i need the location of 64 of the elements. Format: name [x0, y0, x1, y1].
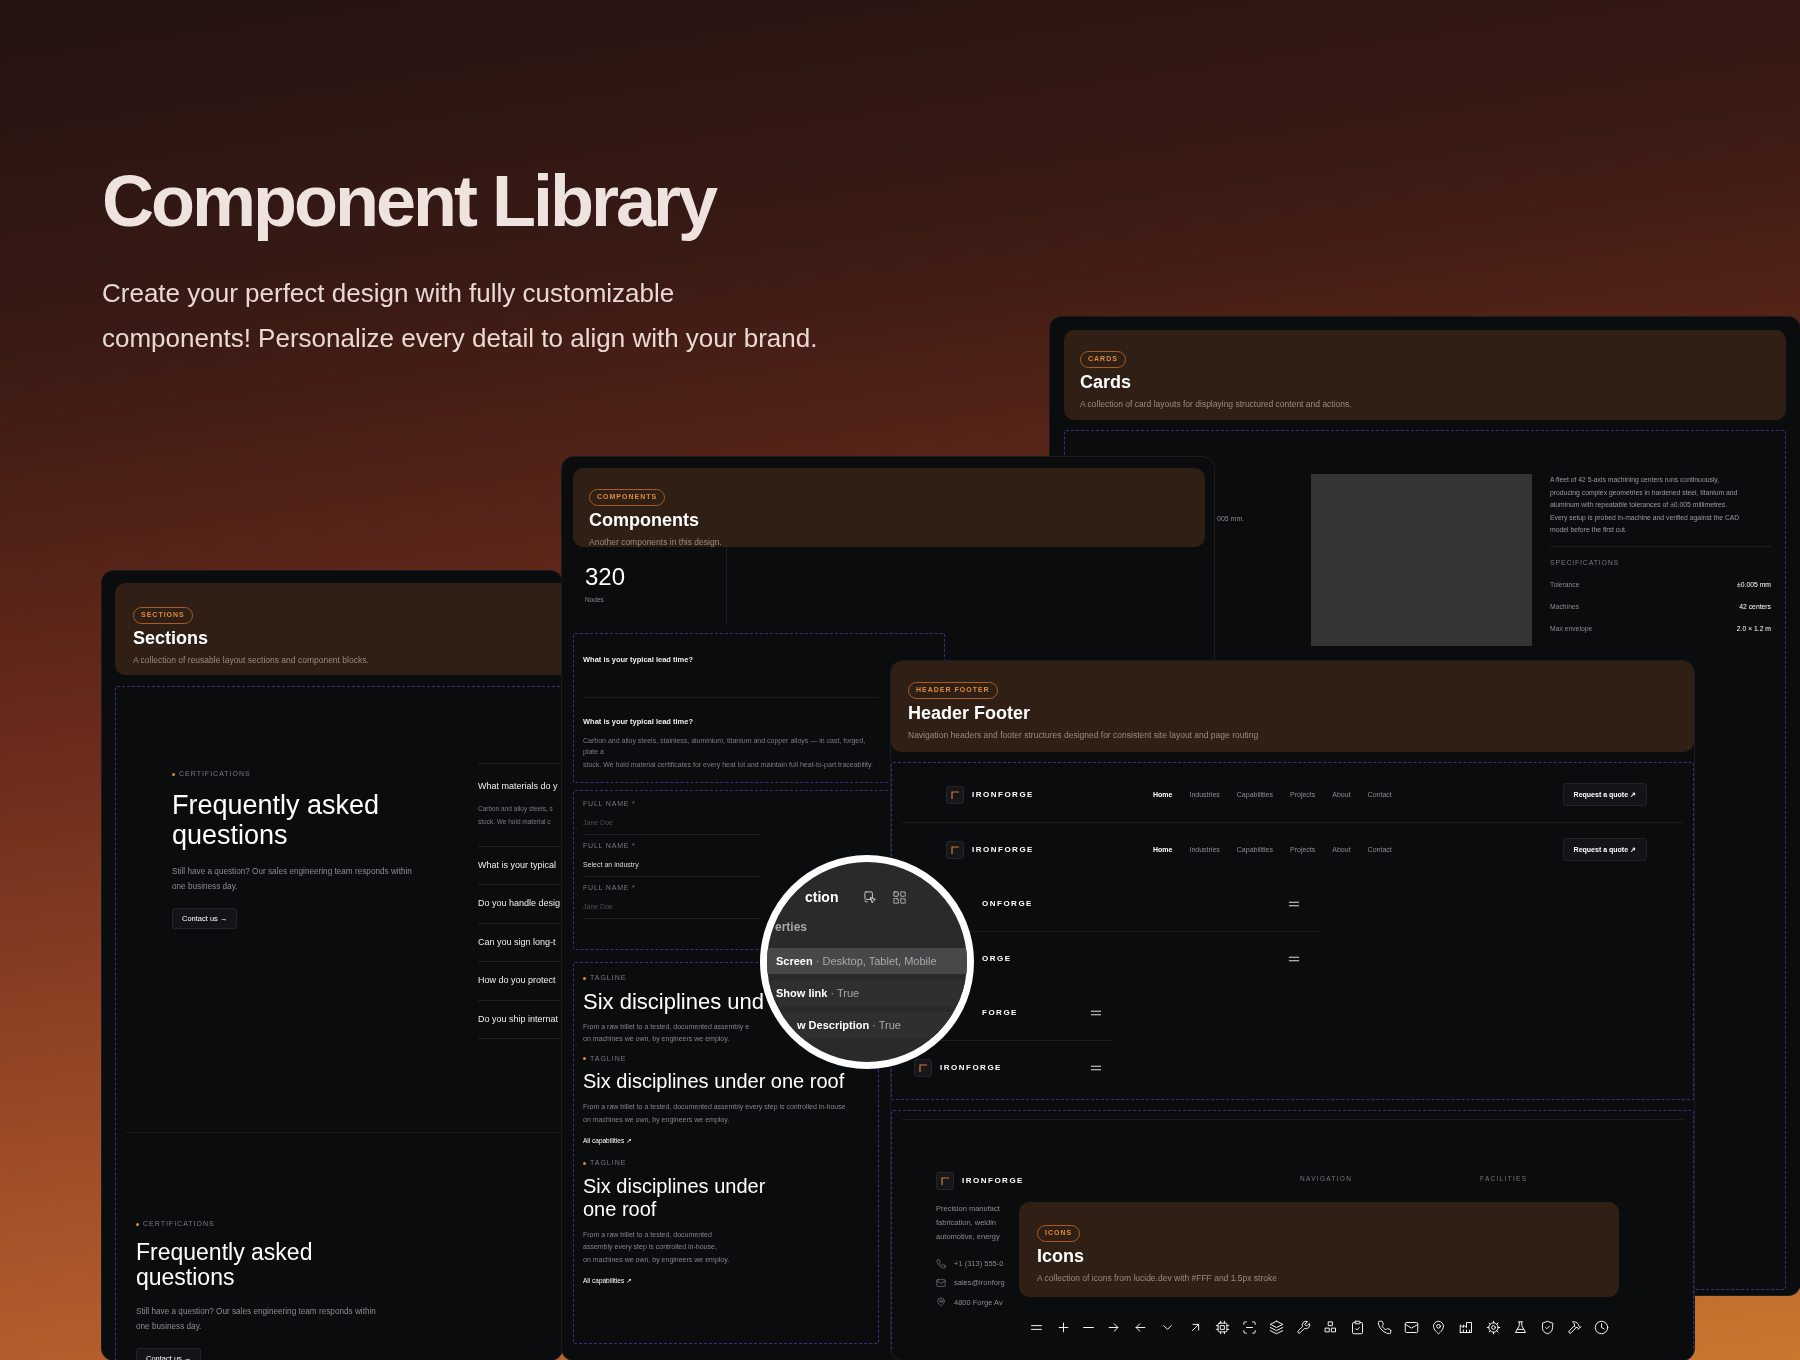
pin-icon [936, 1297, 946, 1308]
bullet-dot [583, 1161, 586, 1165]
panel-description: Navigation headers and footer structures designed for consistent site layout and page routing [908, 728, 1260, 742]
faq-question[interactable]: What materials do y [478, 780, 562, 794]
section-description: Still have a question? Our sales engineering team responds within one business day. [136, 1305, 377, 1333]
faq-question[interactable]: Can you sign long-t [478, 935, 562, 949]
stat-value: 320 [585, 565, 627, 589]
cursor-icon[interactable] [863, 889, 878, 905]
bullet-dot [172, 772, 175, 776]
factory-icon [1458, 1319, 1474, 1335]
faq-question[interactable]: What is your typical [478, 858, 562, 872]
bullet-dot [136, 1222, 139, 1226]
phone-icon [936, 1258, 946, 1269]
feature-heading: Six disciplines und [583, 989, 764, 1013]
scan-icon [1241, 1319, 1257, 1335]
panel-heading: ction [805, 887, 840, 907]
feature-heading: Six disciplines under one roof [583, 1070, 845, 1093]
panel-description: Another components in this design. [589, 535, 723, 549]
bullet-dot [583, 976, 586, 980]
section-label: erties [774, 919, 809, 936]
brand-name: IRONFORGE [972, 843, 1034, 856]
brand-name: FORGE [982, 1007, 1018, 1020]
wrench-icon [1295, 1319, 1311, 1335]
pin-icon [1431, 1319, 1447, 1335]
bullet-dot [583, 1057, 586, 1061]
chip-icon [1214, 1319, 1230, 1335]
phone-icon [1377, 1319, 1393, 1335]
mail-icon [936, 1277, 946, 1288]
layers-icon [1268, 1319, 1284, 1335]
cubes-icon [1323, 1319, 1339, 1335]
brand-name: IRONFORGE [940, 1062, 1002, 1075]
faq-question[interactable]: Do you handle desig [478, 897, 562, 911]
property-row[interactable]: Show link · True [767, 980, 967, 1006]
panel-title: Cards [1080, 372, 1133, 394]
panel-title: Icons [1037, 1246, 1085, 1268]
brand-name: IRONFORGE [962, 1175, 1024, 1187]
panel-title: Header Footer [908, 703, 1032, 725]
panel-title: Sections [133, 628, 210, 650]
panel-description: A collection of icons from lucide.dev with #FFF and 1.5px stroke [1037, 1271, 1278, 1285]
page-subtitle: Create your perfect design with fully customizable components! Personalize every detail to align with your brand. [102, 277, 818, 355]
panel-description: A collection of card layouts for displaying structured content and actions. [1080, 397, 1353, 411]
section-heading: Frequently asked questions [136, 1239, 314, 1290]
hammer-icon [1566, 1319, 1582, 1335]
logo-icon [936, 1172, 954, 1190]
property-row[interactable]: Screen · Desktop, Tablet, Mobile [767, 948, 967, 974]
mail-icon [1404, 1319, 1420, 1335]
clock-icon [1593, 1319, 1609, 1335]
grid-icon[interactable] [892, 889, 907, 905]
faq-question[interactable]: How do you protect [478, 974, 562, 988]
faq-question[interactable]: Do you ship internat [478, 1012, 562, 1026]
feature-heading: Six disciplines under one roof [583, 1174, 766, 1221]
flask-icon [1512, 1319, 1528, 1335]
minus-icon [1083, 1325, 1095, 1329]
section-description: Still have a question? Our sales engineering team responds within one business day. [172, 865, 413, 893]
section-heading: Frequently asked questions [172, 789, 381, 850]
panel-description: A collection of reusable layout sections and component blocks. [133, 653, 370, 667]
gear-icon [1485, 1319, 1501, 1335]
plus-icon [1056, 1319, 1072, 1335]
shield-icon [1539, 1319, 1555, 1335]
brand-name: IRONFORGE [972, 788, 1034, 801]
panel-title: Components [589, 510, 700, 532]
clipboard-icon [1350, 1319, 1366, 1335]
brand-name: ORGE [982, 953, 1012, 966]
brand-name: ONFORGE [982, 898, 1033, 910]
